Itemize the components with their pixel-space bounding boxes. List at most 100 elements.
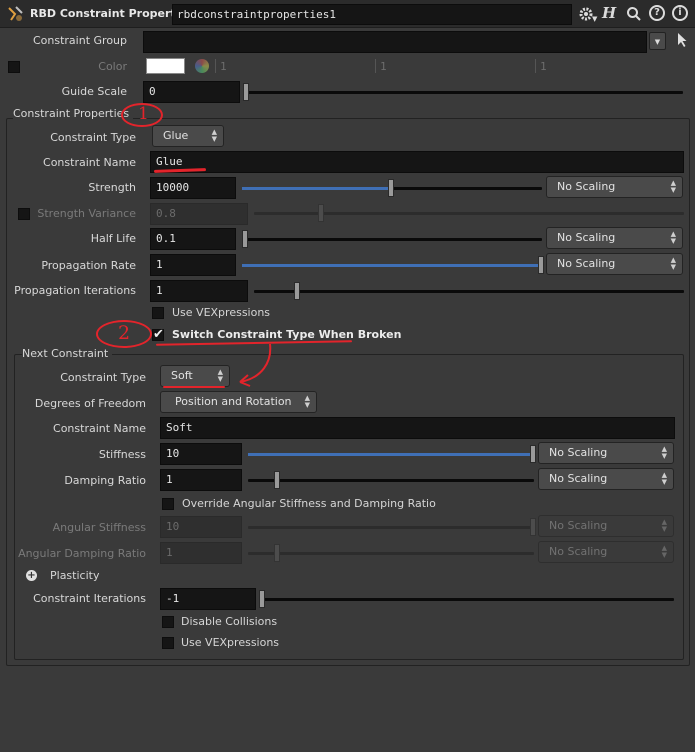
half-life-field[interactable]: 0.1 [150, 228, 236, 250]
color-toggle-checkbox[interactable] [8, 61, 20, 73]
disable-collisions-checkbox[interactable] [162, 616, 174, 628]
annotation-marker-1: 1 [138, 104, 149, 124]
slider-handle[interactable] [530, 518, 536, 536]
guide-scale-slider[interactable] [243, 83, 683, 101]
color-b-value[interactable]: 1 [540, 60, 547, 73]
menu-value: No Scaling [549, 446, 608, 459]
slider-handle[interactable] [259, 590, 265, 608]
slider-handle[interactable] [242, 230, 248, 248]
switch-type-label: Switch Constraint Type When Broken [172, 328, 402, 341]
color-wheel-icon[interactable] [195, 59, 209, 73]
switch-type-checkbox[interactable]: ✔ [152, 327, 164, 342]
half-life-slider[interactable] [242, 230, 542, 248]
menu-value: No Scaling [557, 257, 616, 270]
color-swatch[interactable] [146, 58, 185, 74]
next-constraint-title: Next Constraint [22, 347, 113, 360]
updown-arrow-icon: ▲ ▼ [217, 368, 223, 383]
slider-handle[interactable] [388, 179, 394, 197]
nc-constraint-name-field[interactable]: Soft [160, 417, 675, 439]
help-h-icon[interactable]: H [602, 4, 616, 22]
angular-damping-slider[interactable] [248, 544, 534, 562]
strength-variance-slider[interactable] [254, 204, 684, 222]
group-select-arrow-icon[interactable] [676, 32, 688, 48]
strength-field[interactable]: 10000 [150, 177, 236, 199]
propagation-iterations-field[interactable]: 1 [150, 280, 248, 302]
dof-menu[interactable]: Position and Rotation ▲ ▼ [160, 391, 317, 413]
stiffness-slider[interactable] [248, 445, 536, 463]
color-r-value[interactable]: 1 [220, 60, 227, 73]
menu-value: Position and Rotation [175, 395, 292, 408]
info-icon[interactable]: i [672, 5, 688, 21]
override-angular-checkbox[interactable] [162, 498, 174, 510]
annotation-arrow [239, 343, 272, 387]
angular-damping-scaling-menu[interactable]: No Scaling ▲ ▼ [538, 541, 674, 563]
updown-arrow-icon: ▲ ▼ [661, 445, 667, 460]
node-name-field[interactable]: rbdconstraintproperties1 [172, 4, 572, 25]
menu-value: Soft [171, 369, 193, 382]
override-angular-label: Override Angular Stiffness and Damping R… [182, 497, 436, 510]
damping-label: Damping Ratio [64, 474, 146, 487]
nc-constraint-type-menu[interactable]: Soft ▲ ▼ [160, 365, 230, 387]
updown-arrow-icon: ▲ ▼ [661, 471, 667, 486]
strength-scaling-menu[interactable]: No Scaling ▲ ▼ [546, 176, 683, 198]
damping-field[interactable]: 1 [160, 469, 242, 491]
slider-handle[interactable] [294, 282, 300, 300]
propagation-rate-scaling-menu[interactable]: No Scaling ▲ ▼ [546, 253, 683, 275]
damping-slider[interactable] [248, 471, 534, 489]
nc-use-vexpressions-label: Use VEXpressions [181, 636, 280, 649]
help-icon[interactable]: ? [649, 5, 665, 21]
check-icon: ✔ [153, 327, 164, 342]
stiffness-scaling-menu[interactable]: No Scaling ▲ ▼ [538, 442, 674, 464]
dof-label: Degrees of Freedom [34, 397, 146, 410]
menu-value: No Scaling [557, 180, 616, 193]
disable-collisions-label: Disable Collisions [181, 615, 278, 628]
slider-handle[interactable] [274, 544, 280, 562]
constraint-group-field[interactable] [143, 31, 647, 53]
search-icon[interactable] [626, 6, 642, 22]
guide-scale-field[interactable]: 0 [143, 81, 240, 103]
angular-stiffness-field[interactable]: 10 [160, 516, 242, 538]
strength-variance-field[interactable]: 0.8 [150, 203, 248, 225]
cp-constraint-type-menu[interactable]: Glue ▲ ▼ [152, 125, 224, 147]
propagation-rate-slider[interactable] [242, 256, 544, 274]
constraint-iterations-label: Constraint Iterations [33, 592, 146, 605]
angular-stiffness-slider[interactable] [248, 518, 536, 536]
updown-arrow-icon: ▲ ▼ [670, 230, 676, 245]
group-menu-button[interactable]: ▼ [649, 32, 666, 50]
strength-variance-label: Strength Variance [37, 207, 136, 220]
cp-constraint-type-label: Constraint Type [50, 131, 136, 144]
annotation-marker-2: 2 [118, 322, 131, 344]
color-g-value[interactable]: 1 [380, 60, 387, 73]
updown-arrow-icon: ▲ ▼ [661, 518, 667, 533]
strength-slider-fill [242, 187, 390, 190]
angular-stiffness-scaling-menu[interactable]: No Scaling ▲ ▼ [538, 515, 674, 537]
constraint-iterations-slider[interactable] [259, 590, 674, 608]
slider-handle[interactable] [530, 445, 536, 463]
menu-value: Glue [163, 129, 189, 142]
damping-scaling-menu[interactable]: No Scaling ▲ ▼ [538, 468, 674, 490]
chevron-down-icon[interactable]: ▼ [592, 15, 597, 23]
strength-variance-checkbox[interactable] [18, 208, 30, 220]
strength-label: Strength [88, 181, 136, 194]
stiffness-field[interactable]: 10 [160, 443, 242, 465]
constraint-iterations-field[interactable]: -1 [160, 588, 256, 610]
cp-constraint-name-field[interactable]: Glue [150, 151, 684, 173]
plasticity-expand-icon[interactable]: + [26, 570, 37, 581]
constraint-group-label: Constraint Group [32, 34, 127, 47]
updown-arrow-icon: ▲ ▼ [670, 256, 676, 271]
cp-use-vexpressions-checkbox[interactable] [152, 307, 164, 319]
plasticity-label[interactable]: Plasticity [50, 569, 99, 582]
nc-constraint-type-label: Constraint Type [60, 371, 146, 384]
strength-slider[interactable] [242, 179, 542, 197]
angular-damping-label: Angular Damping Ratio [18, 547, 146, 560]
constraint-properties-title: Constraint Properties [13, 107, 134, 120]
slider-handle[interactable] [538, 256, 544, 274]
angular-damping-field[interactable]: 1 [160, 542, 242, 564]
slider-handle[interactable] [318, 204, 324, 222]
slider-handle[interactable] [274, 471, 280, 489]
nc-use-vexpressions-checkbox[interactable] [162, 637, 174, 649]
propagation-iterations-slider[interactable] [254, 282, 684, 300]
propagation-rate-field[interactable]: 1 [150, 254, 236, 276]
slider-handle[interactable] [243, 83, 249, 101]
half-life-scaling-menu[interactable]: No Scaling ▲ ▼ [546, 227, 683, 249]
